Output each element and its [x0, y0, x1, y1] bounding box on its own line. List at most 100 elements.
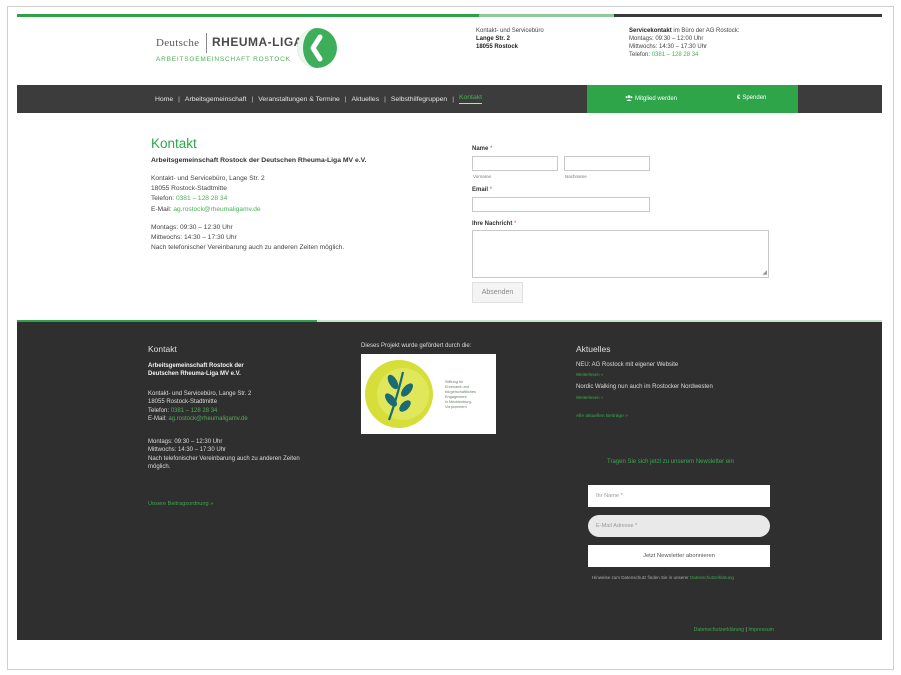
last-name-input[interactable] — [564, 156, 650, 171]
service-hours-1: Montags: 09:30 – 12:00 Uhr — [629, 36, 704, 42]
name-label-text: Name — [472, 146, 489, 152]
first-name-sublabel: Vorname — [473, 174, 492, 179]
sponsor-caption: Dieses Projekt wurde gefördert durch die… — [361, 343, 472, 349]
donate-button[interactable]: € Spenden — [737, 95, 766, 101]
message-label-text: Ihre Nachricht — [472, 221, 513, 227]
footer-city: 18055 Rostock-Stadtmitte — [148, 399, 218, 406]
nav-item-veranstaltungen[interactable]: Veranstaltungen & Termine — [258, 96, 340, 103]
footer-address: Kontakt- und Servicebüro, Lange Str. 2 1… — [148, 390, 251, 424]
service-rest: im Büro der AG Rostock: — [671, 28, 740, 34]
newsletter-privacy-note: Hinweise zum Datenschutz finden Sie in u… — [592, 575, 734, 580]
nav-item-aktuelles[interactable]: Aktuelles — [352, 96, 380, 103]
office-street: Lange Str. 2 — [476, 36, 511, 42]
nav-separator: | — [178, 95, 180, 103]
email-label-text: Email — [472, 187, 489, 193]
top-accent-green — [17, 14, 479, 17]
donate-label: Spenden — [742, 95, 767, 101]
site-logo[interactable]: Deutsche RHEUMA-LIGA ARBEITSGEMEINSCHAFT… — [156, 27, 346, 72]
footer-legal-links: Datenschutzerklärung | Impressum — [694, 627, 774, 633]
office-city: 18055 Rostock — [476, 44, 519, 50]
footer-hours-1: Montags: 09:30 – 12:30 Uhr — [148, 439, 223, 445]
nav-separator: | — [251, 95, 254, 103]
newsletter-email-placeholder: E-Mail Adresse * — [596, 523, 638, 529]
contact-org: Arbeitsgemeinschaft Rostock der Deutsche… — [151, 157, 367, 164]
sponsor-text: Stiftung für Ehrenamt und bürgerschaftli… — [445, 380, 476, 410]
nav-menu: Home | Arbeitsgemeinschaft | Veranstaltu… — [155, 85, 483, 113]
imprint-link[interactable]: Impressum — [748, 627, 774, 633]
users-icon — [625, 95, 633, 101]
service-phone-label: Telefon: — [629, 52, 652, 58]
footer-phone-link[interactable]: 0381 – 128 28 34 — [171, 408, 218, 414]
newsletter-title: Tragen Sie sich jetzt zu unserem Newslet… — [607, 459, 734, 465]
first-name-input[interactable] — [472, 156, 558, 171]
office-label: Kontakt- und Servicebüro — [476, 28, 544, 34]
nav-item-arbeitsgemeinschaft[interactable]: Arbeitsgemeinschaft — [185, 96, 247, 103]
resize-handle-icon[interactable]: ◢ — [762, 270, 767, 276]
newsletter-privacy-link[interactable]: Datenschutzerklärung — [690, 575, 734, 580]
nav-item-home[interactable]: Home — [155, 96, 173, 103]
footer-news-heading: Aktuelles — [576, 344, 611, 354]
service-phone-link[interactable]: 0381 – 128 28 34 — [652, 52, 699, 58]
page-title: Kontakt — [151, 136, 197, 151]
logo-word-deutsche: Deutsche — [156, 37, 200, 49]
footer-email-label: E-Mail: — [148, 416, 169, 423]
nav-separator: | — [384, 95, 386, 103]
top-accent-light — [479, 14, 614, 17]
member-button[interactable]: Mitglied werden — [625, 95, 677, 102]
service-hours-2: Mittwochs: 14:30 – 17:30 Uhr — [629, 44, 708, 50]
footer-org-line-1: Arbeitsgemeinschaft Rostock der — [148, 363, 244, 369]
footer-org: Arbeitsgemeinschaft Rostock der Deutsche… — [148, 362, 244, 379]
contact-hours-3: Nach telefonischer Vereinbarung auch zu … — [151, 244, 345, 252]
privacy-link[interactable]: Datenschutzerklärung — [694, 627, 744, 633]
rheuma-liga-logo-mark-icon — [297, 28, 337, 68]
message-label: Ihre Nachricht * — [472, 221, 516, 227]
last-name-sublabel: Nachname — [565, 174, 587, 179]
contact-hours-2: Mittwochs: 14:30 – 17:30 Uhr — [151, 234, 237, 242]
newsletter-subscribe-button[interactable]: Jetzt Newsletter abonnieren — [588, 545, 770, 567]
news-item-2[interactable]: Nordic Walking nun auch im Rostocker Nor… — [576, 383, 713, 391]
nav-separator: | — [452, 95, 454, 103]
news-item-1-more[interactable]: Weiterlesen » — [576, 372, 603, 377]
fee-schedule-link[interactable]: Unsere Beitragsordnung » — [148, 501, 213, 507]
newsletter-name-placeholder: Ihr Name * — [596, 493, 623, 499]
footer-email-link[interactable]: ag.rostock@rheumaligamv.de — [168, 416, 247, 422]
site-footer: Kontakt Arbeitsgemeinschaft Rostock der … — [17, 322, 882, 640]
newsletter-name-input[interactable]: Ihr Name * — [588, 485, 770, 507]
footer-hours-3a: Nach telefonischer Vereinbarung auch zu … — [148, 455, 300, 462]
news-item-1[interactable]: NEU: AG Rostock mit eigener Website — [576, 361, 678, 369]
footer-street: Kontakt- und Servicebüro, Lange Str. 2 — [148, 391, 252, 397]
submit-button[interactable]: Absenden — [472, 282, 523, 303]
nav-item-kontakt[interactable]: Kontakt — [458, 94, 483, 104]
contact-phone-link[interactable]: 0381 – 128 28 34 — [176, 195, 227, 202]
logo-word-rheuma-liga: RHEUMA-LIGA — [212, 35, 303, 49]
footer-hours-2: Mittwochs: 14:30 – 17:30 Uhr — [148, 447, 227, 454]
required-mark: * — [514, 221, 517, 227]
footer-org-line-2: Deutschen Rheuma-Liga MV e.V. — [148, 371, 241, 378]
name-label: Name * — [472, 146, 492, 152]
contact-email-link[interactable]: ag.rostock@rheumaligamv.de — [173, 206, 260, 213]
contact-phone-label: Telefon: — [151, 195, 176, 203]
nav-item-selbsthilfegruppen[interactable]: Selbsthilfegruppen — [391, 96, 447, 103]
contact-address: Kontakt- und Servicebüro, Lange Str. 2 1… — [151, 174, 265, 215]
news-item-2-more[interactable]: Weiterlesen » — [576, 395, 603, 400]
footer-contact-heading: Kontakt — [148, 344, 177, 354]
header-office-info: Kontakt- und Servicebüro Lange Str. 2 18… — [476, 27, 544, 51]
required-mark: * — [490, 146, 493, 152]
footer-hours: Montags: 09:30 – 12:30 Uhr Mittwochs: 14… — [148, 438, 300, 472]
footer-hours-3b: möglich. — [148, 464, 171, 471]
contact-hours: Montags: 09:30 – 12:30 Uhr Mittwochs: 14… — [151, 223, 344, 254]
message-textarea[interactable]: ◢ — [472, 230, 769, 278]
member-label: Mitglied werden — [635, 96, 678, 102]
contact-city: 18055 Rostock-Stadtmitte — [151, 185, 227, 193]
nav-separator: | — [344, 95, 347, 103]
all-news-link[interactable]: Alle aktuellen Beiträge » — [576, 414, 628, 419]
newsletter-note-text: Hinweise zum Datenschutz finden Sie in u… — [592, 575, 691, 580]
nav-cta-bar: Mitglied werden € Spenden — [587, 85, 798, 113]
euro-icon: € — [737, 95, 741, 101]
email-label: Email * — [472, 187, 492, 193]
contact-email-label: E-Mail: — [151, 205, 174, 213]
header-service-info: Servicekontakt im Büro der AG Rostock: M… — [629, 27, 739, 59]
newsletter-email-input[interactable]: E-Mail Adresse * — [588, 515, 770, 537]
sponsor-logo[interactable]: Stiftung für Ehrenamt und bürgerschaftli… — [361, 354, 496, 434]
email-input[interactable] — [472, 197, 650, 212]
